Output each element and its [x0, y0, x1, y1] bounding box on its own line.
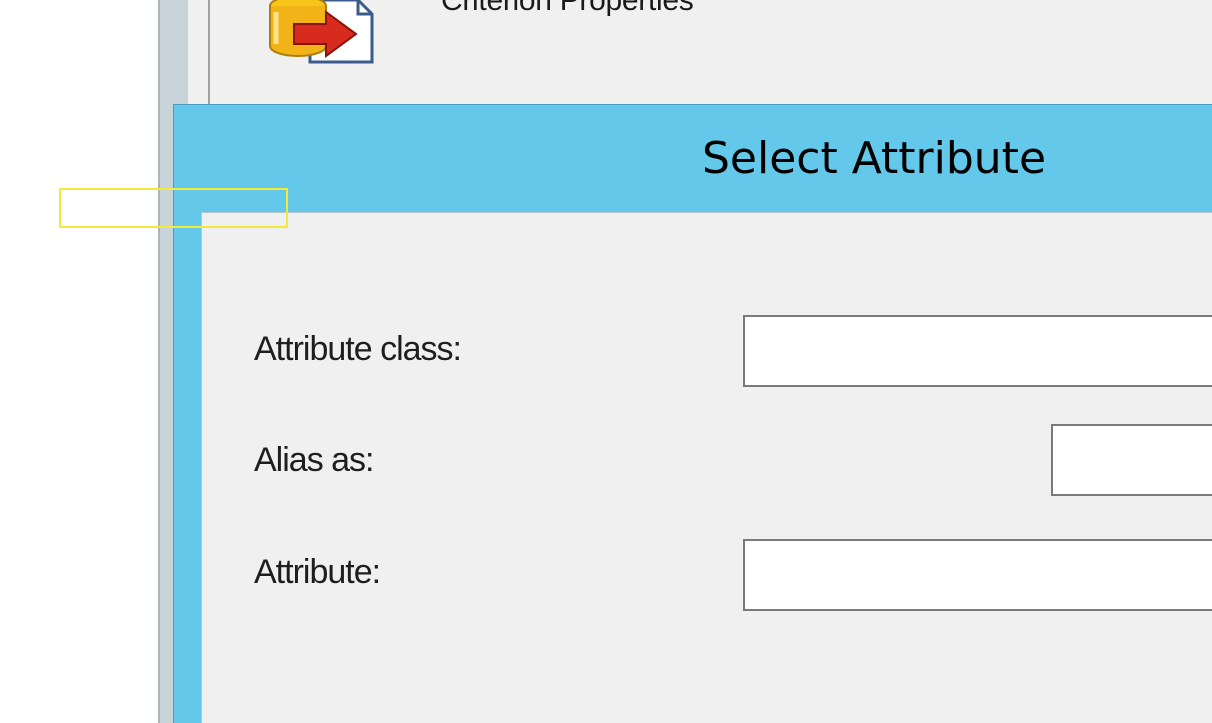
attribute-class-label: Attribute class:: [254, 330, 462, 368]
criterion-properties-divider: [208, 0, 210, 110]
alias-as-field[interactable]: [1051, 424, 1212, 496]
dialog-title: Select Attribute: [702, 133, 1047, 184]
attribute-field[interactable]: [743, 539, 1212, 611]
database-export-icon: [269, 0, 374, 64]
attribute-label: Attribute:: [254, 553, 381, 591]
select-attribute-dialog: Select Attribute: [173, 104, 1212, 723]
criterion-properties-title: Criterion Properties: [441, 0, 694, 17]
attribute-class-field[interactable]: [743, 315, 1212, 387]
alias-as-label: Alias as:: [254, 441, 374, 479]
